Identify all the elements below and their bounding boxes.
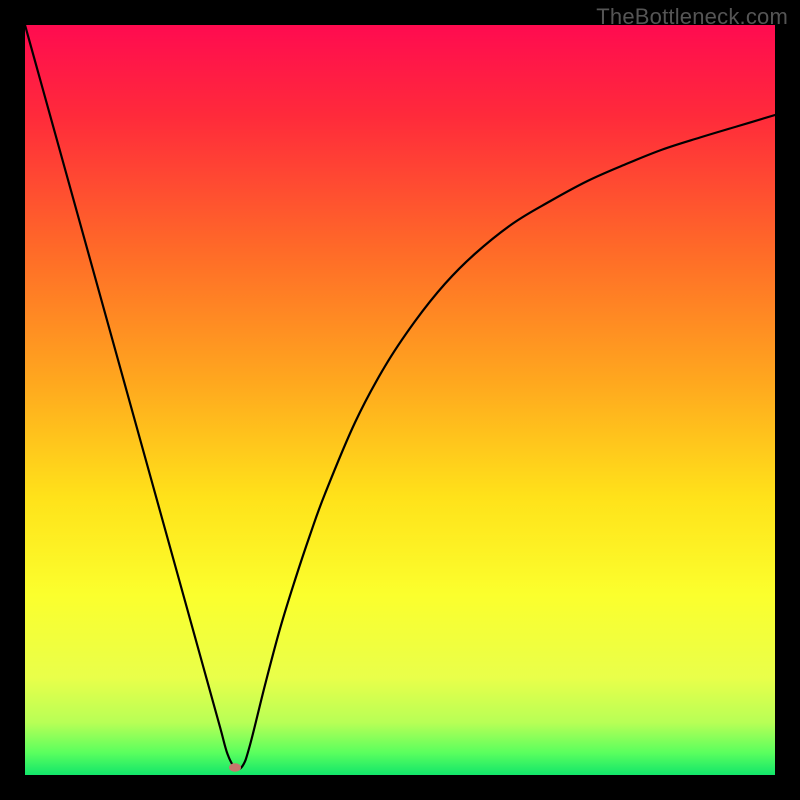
watermark-text: TheBottleneck.com [596, 4, 788, 30]
plot-area [25, 25, 775, 775]
bottleneck-curve [25, 25, 775, 775]
minimum-marker-icon [229, 763, 241, 771]
chart-frame: TheBottleneck.com [0, 0, 800, 800]
